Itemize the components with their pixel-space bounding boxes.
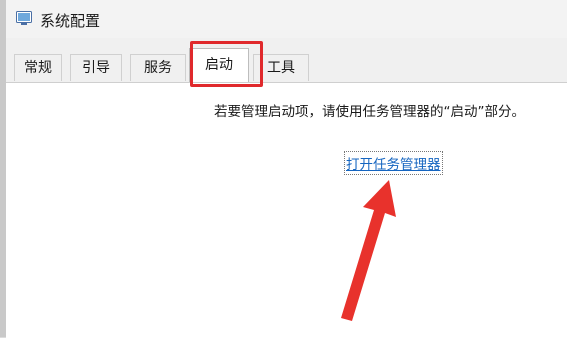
- open-task-manager-link[interactable]: 打开任务管理器: [344, 151, 443, 175]
- startup-tab-highlight: [190, 41, 263, 87]
- system-config-window: 系统配置 常规 引导 服务 启动 工具 若要管理启动项，请使用任务管理器的“启动…: [6, 0, 567, 338]
- tab-services[interactable]: 服务: [130, 54, 186, 81]
- tab-strip: 常规 引导 服务 启动 工具: [6, 48, 567, 82]
- tab-general[interactable]: 常规: [14, 54, 62, 81]
- startup-panel: 若要管理启动项，请使用任务管理器的“启动”部分。 打开任务管理器: [6, 82, 567, 338]
- system-config-icon: [16, 11, 32, 25]
- tab-label: 引导: [82, 60, 110, 76]
- tab-label: 服务: [144, 60, 172, 76]
- tab-label: 工具: [267, 60, 295, 76]
- window-title: 系统配置: [40, 12, 101, 30]
- title-bar: 系统配置: [6, 0, 567, 38]
- tab-label: 常规: [24, 60, 52, 76]
- tab-boot[interactable]: 引导: [70, 54, 122, 81]
- startup-instruction-text: 若要管理启动项，请使用任务管理器的“启动”部分。: [214, 104, 525, 120]
